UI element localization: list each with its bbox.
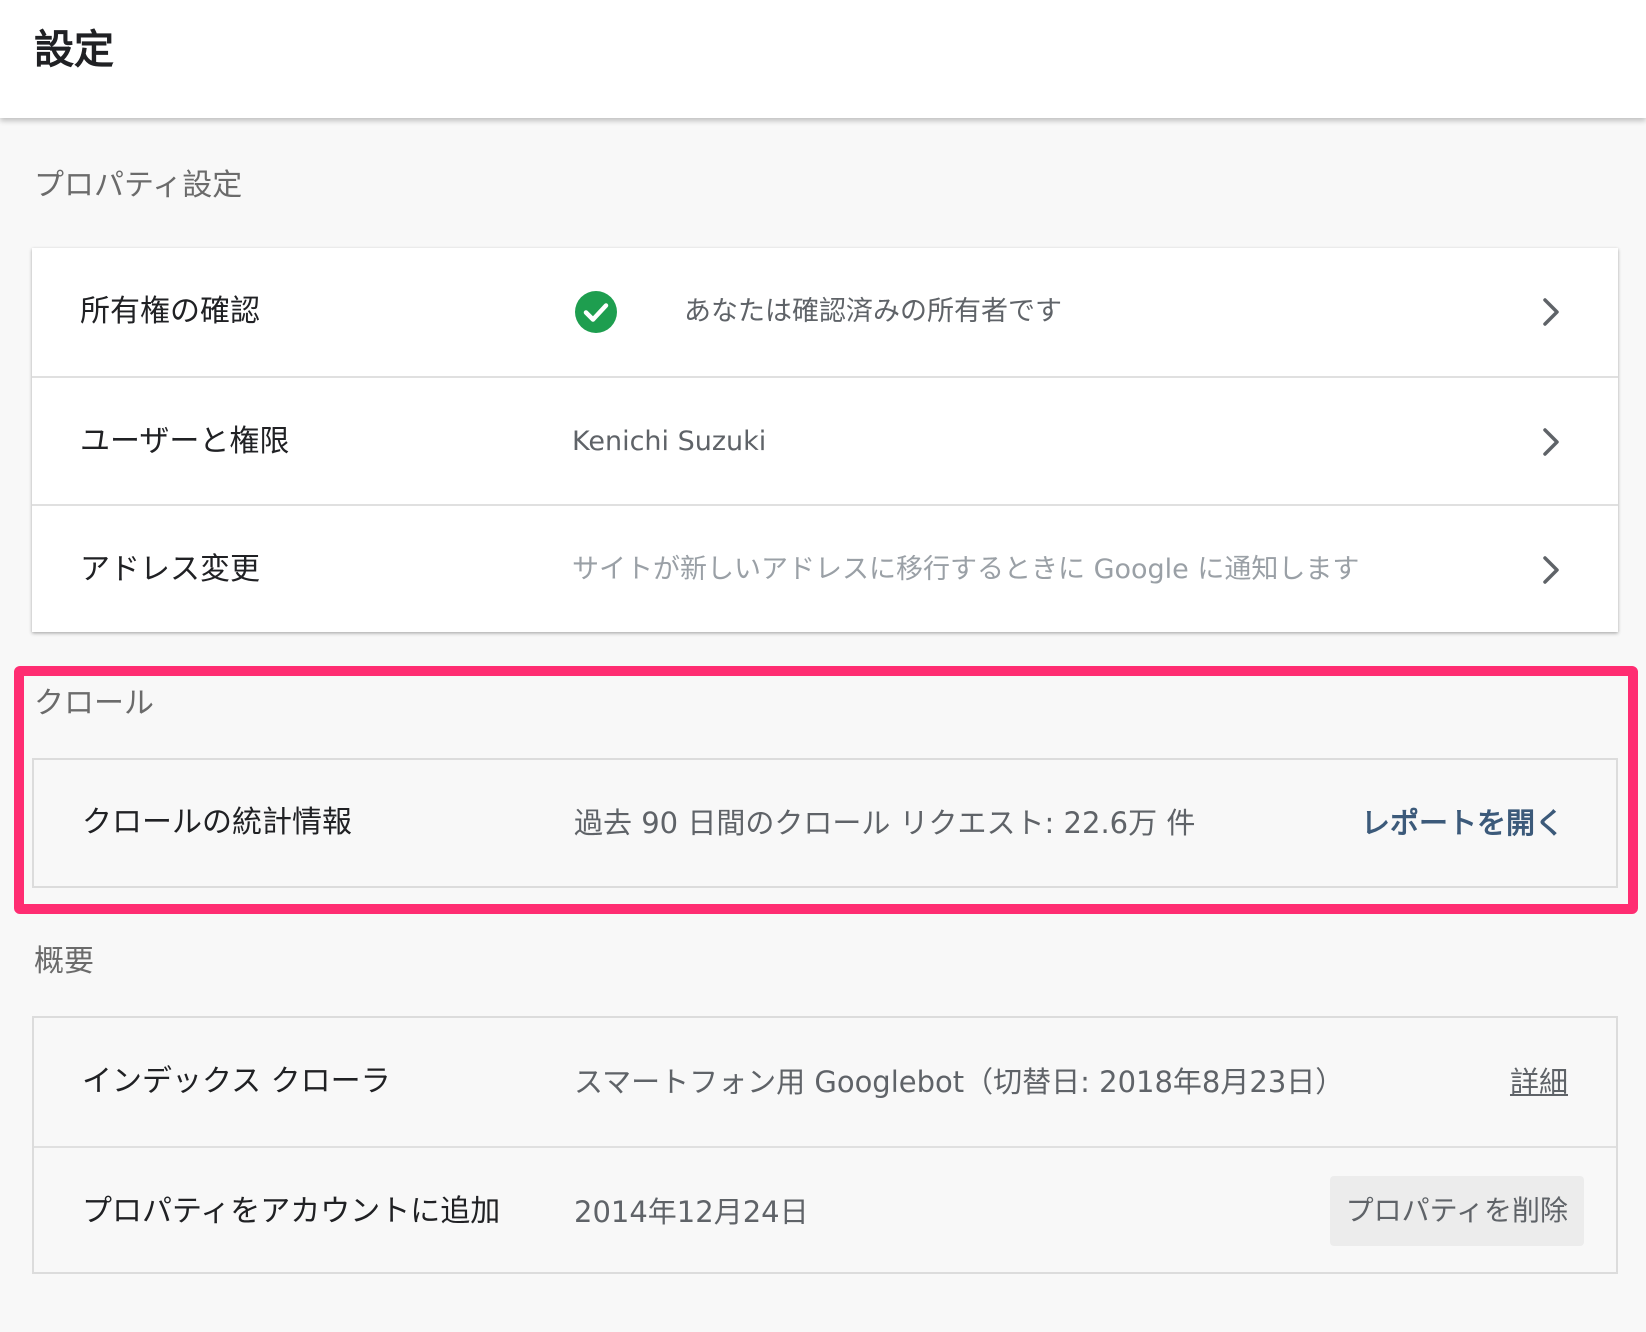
property-settings-card: 所有権の確認 あなたは確認済みの所有者です ユーザーと権限 Kenichi Su…: [32, 248, 1618, 632]
index-crawler-value: スマートフォン用 Googlebot（切替日: 2018年8月23日）: [574, 1065, 1345, 1099]
verified-check-icon: [575, 291, 617, 333]
crawl-card: クロールの統計情報 過去 90 日間のクロール リクエスト: 22.6万 件 レ…: [32, 758, 1618, 888]
ownership-label: 所有権の確認: [80, 294, 260, 329]
users-value: Kenichi Suzuki: [572, 426, 767, 457]
users-label: ユーザーと権限: [80, 424, 290, 459]
index-crawler-label: インデックス クローラ: [82, 1064, 391, 1099]
chevron-right-icon[interactable]: [1540, 296, 1562, 328]
chevron-right-icon[interactable]: [1540, 426, 1562, 458]
section-label-crawl: クロール: [34, 686, 154, 721]
crawl-stats-label: クロールの統計情報: [82, 805, 352, 840]
ownership-value: あなたは確認済みの所有者です: [684, 296, 1062, 327]
change-address-label: アドレス変更: [80, 552, 260, 587]
row-ownership[interactable]: 所有権の確認 あなたは確認済みの所有者です: [32, 248, 1618, 376]
row-index-crawler: インデックス クローラ スマートフォン用 Googlebot（切替日: 2018…: [34, 1018, 1616, 1146]
row-change-address[interactable]: アドレス変更 サイトが新しいアドレスに移行するときに Google に通知します: [32, 504, 1618, 632]
delete-property-button[interactable]: プロパティを削除: [1329, 1176, 1584, 1246]
overview-card: インデックス クローラ スマートフォン用 Googlebot（切替日: 2018…: [32, 1016, 1618, 1274]
top-bar: 設定: [0, 0, 1646, 118]
crawl-stats-value: 過去 90 日間のクロール リクエスト: 22.6万 件: [574, 806, 1196, 840]
change-address-value: サイトが新しいアドレスに移行するときに Google に通知します: [572, 554, 1360, 585]
row-property-added: プロパティをアカウントに追加 2014年12月24日 プロパティを削除: [34, 1146, 1616, 1274]
chevron-right-icon[interactable]: [1540, 554, 1562, 586]
property-added-value: 2014年12月24日: [574, 1195, 809, 1229]
property-added-label: プロパティをアカウントに追加: [82, 1194, 501, 1229]
page-title: 設定: [34, 27, 114, 73]
row-crawl-stats: クロールの統計情報 過去 90 日間のクロール リクエスト: 22.6万 件 レ…: [34, 760, 1616, 886]
open-report-link[interactable]: レポートを開く: [1361, 760, 1564, 886]
row-users-permissions[interactable]: ユーザーと権限 Kenichi Suzuki: [32, 376, 1618, 504]
section-label-overview: 概要: [34, 944, 94, 979]
details-link[interactable]: 詳細: [1510, 1018, 1568, 1146]
section-label-property-settings: プロパティ設定: [34, 168, 243, 203]
